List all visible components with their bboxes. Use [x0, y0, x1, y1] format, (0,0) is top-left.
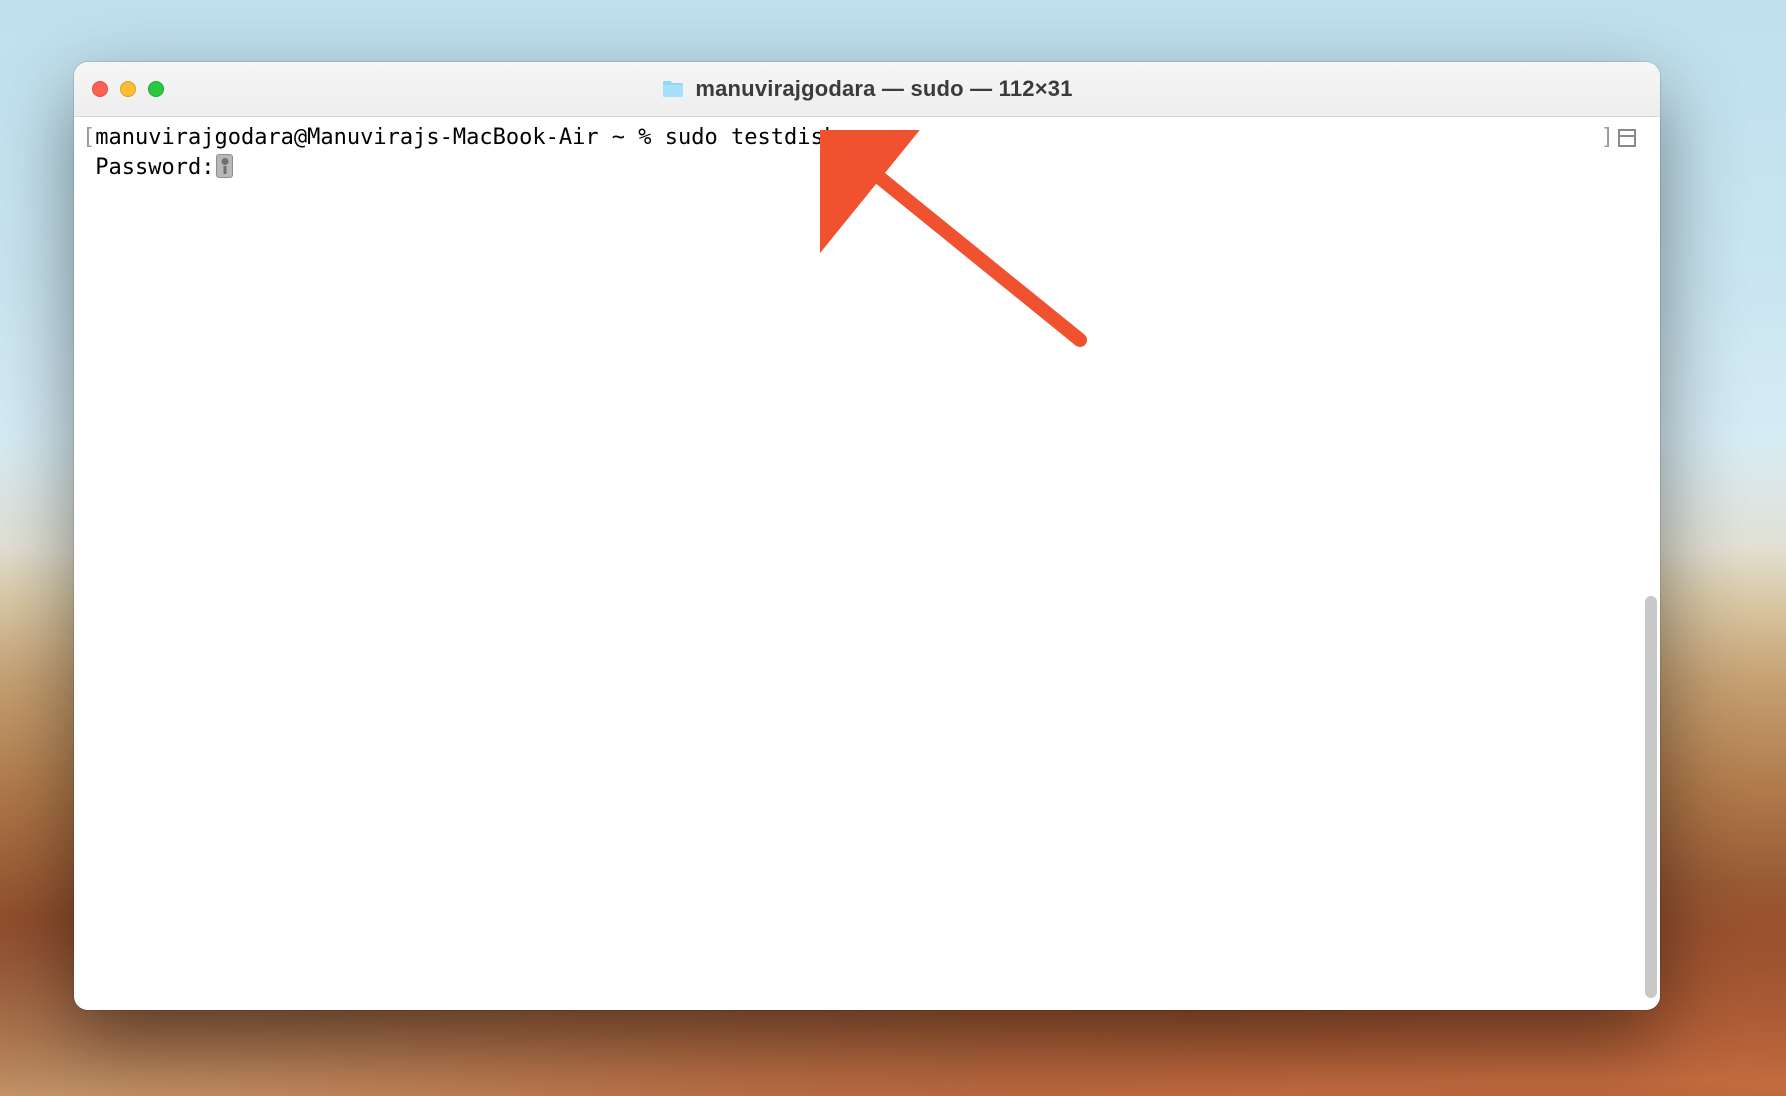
- line-end-indicator: ]: [1601, 123, 1636, 153]
- password-label: Password:: [95, 155, 214, 180]
- entered-command: sudo testdisk: [665, 125, 837, 150]
- password-line: Password:: [82, 153, 1652, 183]
- terminal-window: manuvirajgodara — sudo — 112×31 [manuvir…: [74, 62, 1660, 1010]
- key-icon: [216, 154, 233, 178]
- prompt-line: [manuvirajgodara@Manuvirajs-MacBook-Air …: [82, 123, 1652, 153]
- zoom-button[interactable]: [148, 81, 164, 97]
- window-titlebar[interactable]: manuvirajgodara — sudo — 112×31: [74, 62, 1660, 117]
- traffic-lights: [92, 81, 164, 97]
- minimize-button[interactable]: [120, 81, 136, 97]
- right-bracket: ]: [1601, 123, 1614, 153]
- close-button[interactable]: [92, 81, 108, 97]
- window-title-text: manuvirajgodara — sudo — 112×31: [695, 76, 1072, 102]
- scrollbar-thumb[interactable]: [1645, 596, 1657, 998]
- folder-icon: [661, 79, 685, 99]
- scrollbar[interactable]: [1642, 116, 1660, 1010]
- shell-prompt: manuvirajgodara@Manuvirajs-MacBook-Air ~…: [95, 125, 665, 150]
- window-title: manuvirajgodara — sudo — 112×31: [74, 76, 1660, 102]
- pane-indicator-icon: [1618, 129, 1636, 147]
- terminal-content[interactable]: [manuvirajgodara@Manuvirajs-MacBook-Air …: [74, 117, 1660, 1010]
